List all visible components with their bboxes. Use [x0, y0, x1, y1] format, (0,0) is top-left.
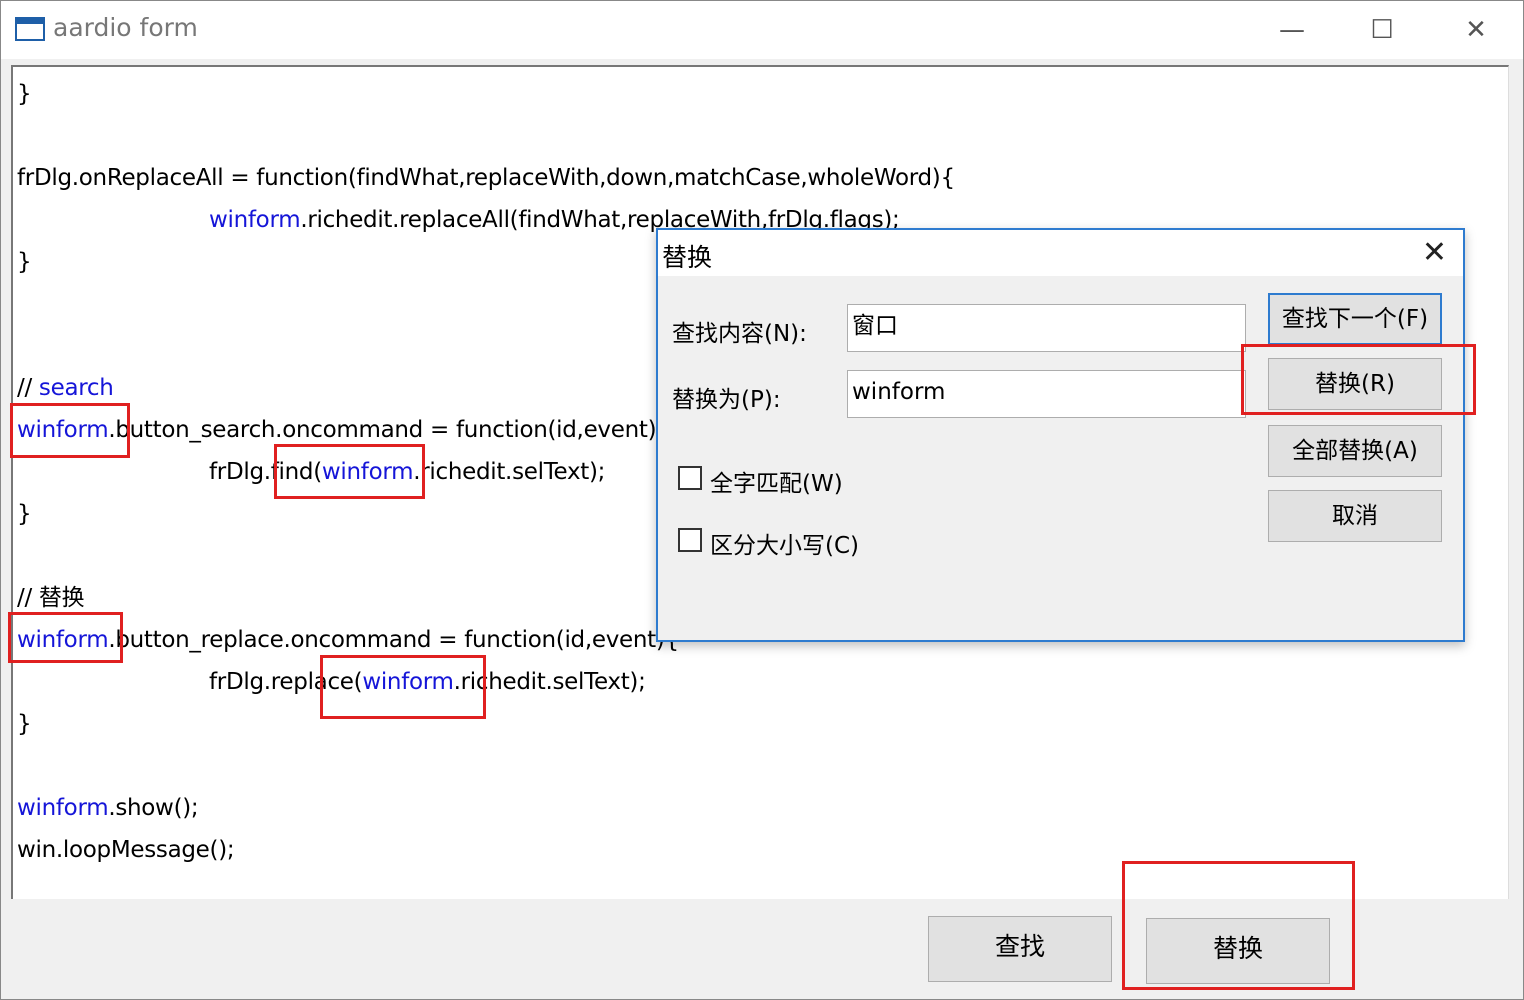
code-line: win.loopMessage(); — [17, 837, 235, 863]
replace-button[interactable]: 替换 — [1146, 918, 1330, 984]
find-input[interactable]: 窗口 — [847, 304, 1246, 352]
code-line: } — [17, 501, 32, 527]
minimize-button[interactable]: — — [1269, 11, 1315, 49]
whole-word-checkbox[interactable] — [678, 466, 702, 490]
window-icon — [15, 17, 45, 41]
keyword-winform: winform — [362, 669, 454, 695]
cancel-button[interactable]: 取消 — [1268, 490, 1442, 542]
code-line: frDlg.find(winform.richedit.selText); — [209, 459, 606, 485]
find-label: 查找内容(N): — [672, 321, 807, 347]
dialog-replace-button[interactable]: 替换(R) — [1268, 358, 1442, 410]
window-title: aardio form — [53, 13, 198, 42]
whole-word-label[interactable]: 全字匹配(W) — [710, 464, 843, 498]
code-line: frDlg.replace(winform.richedit.selText); — [209, 669, 646, 695]
comment-search: search — [38, 375, 114, 401]
code-line: // search — [17, 375, 114, 401]
dialog-title: 替换 — [662, 243, 713, 272]
title-bar[interactable]: aardio form — ☐ ✕ — [1, 1, 1523, 59]
keyword-winform: winform — [17, 417, 109, 443]
close-button[interactable]: ✕ — [1453, 11, 1499, 49]
match-case-label[interactable]: 区分大小写(C) — [710, 526, 859, 560]
code-line: winform.button_search.oncommand = functi… — [17, 417, 671, 443]
code-line: } — [17, 711, 32, 737]
keyword-winform: winform — [321, 459, 414, 485]
keyword-winform: winform — [17, 795, 109, 821]
code-line: winform.show(); — [17, 795, 199, 821]
replace-input[interactable]: winform — [847, 370, 1246, 418]
keyword-winform: winform — [209, 207, 301, 233]
dialog-title-bar[interactable]: 替换 ✕ — [658, 230, 1463, 276]
maximize-button[interactable]: ☐ — [1359, 11, 1405, 49]
replace-all-button[interactable]: 全部替换(A) — [1268, 425, 1442, 477]
code-line: // 替换 — [17, 585, 85, 611]
code-line: } — [17, 81, 32, 107]
code-line: frDlg.onReplaceAll = function(findWhat,r… — [17, 165, 955, 191]
dialog-close-icon[interactable]: ✕ — [1422, 236, 1447, 270]
find-next-button[interactable]: 查找下一个(F) — [1268, 293, 1442, 345]
find-button[interactable]: 查找 — [928, 916, 1112, 982]
replace-dialog: 替换 ✕ 查找内容(N): 窗口 替换为(P): winform 全字匹配(W)… — [656, 228, 1465, 642]
match-case-checkbox[interactable] — [678, 528, 702, 552]
code-line: } — [17, 249, 32, 275]
replace-label: 替换为(P): — [672, 387, 781, 413]
code-line: winform.button_replace.oncommand = funct… — [17, 627, 679, 653]
keyword-winform: winform — [17, 627, 109, 653]
